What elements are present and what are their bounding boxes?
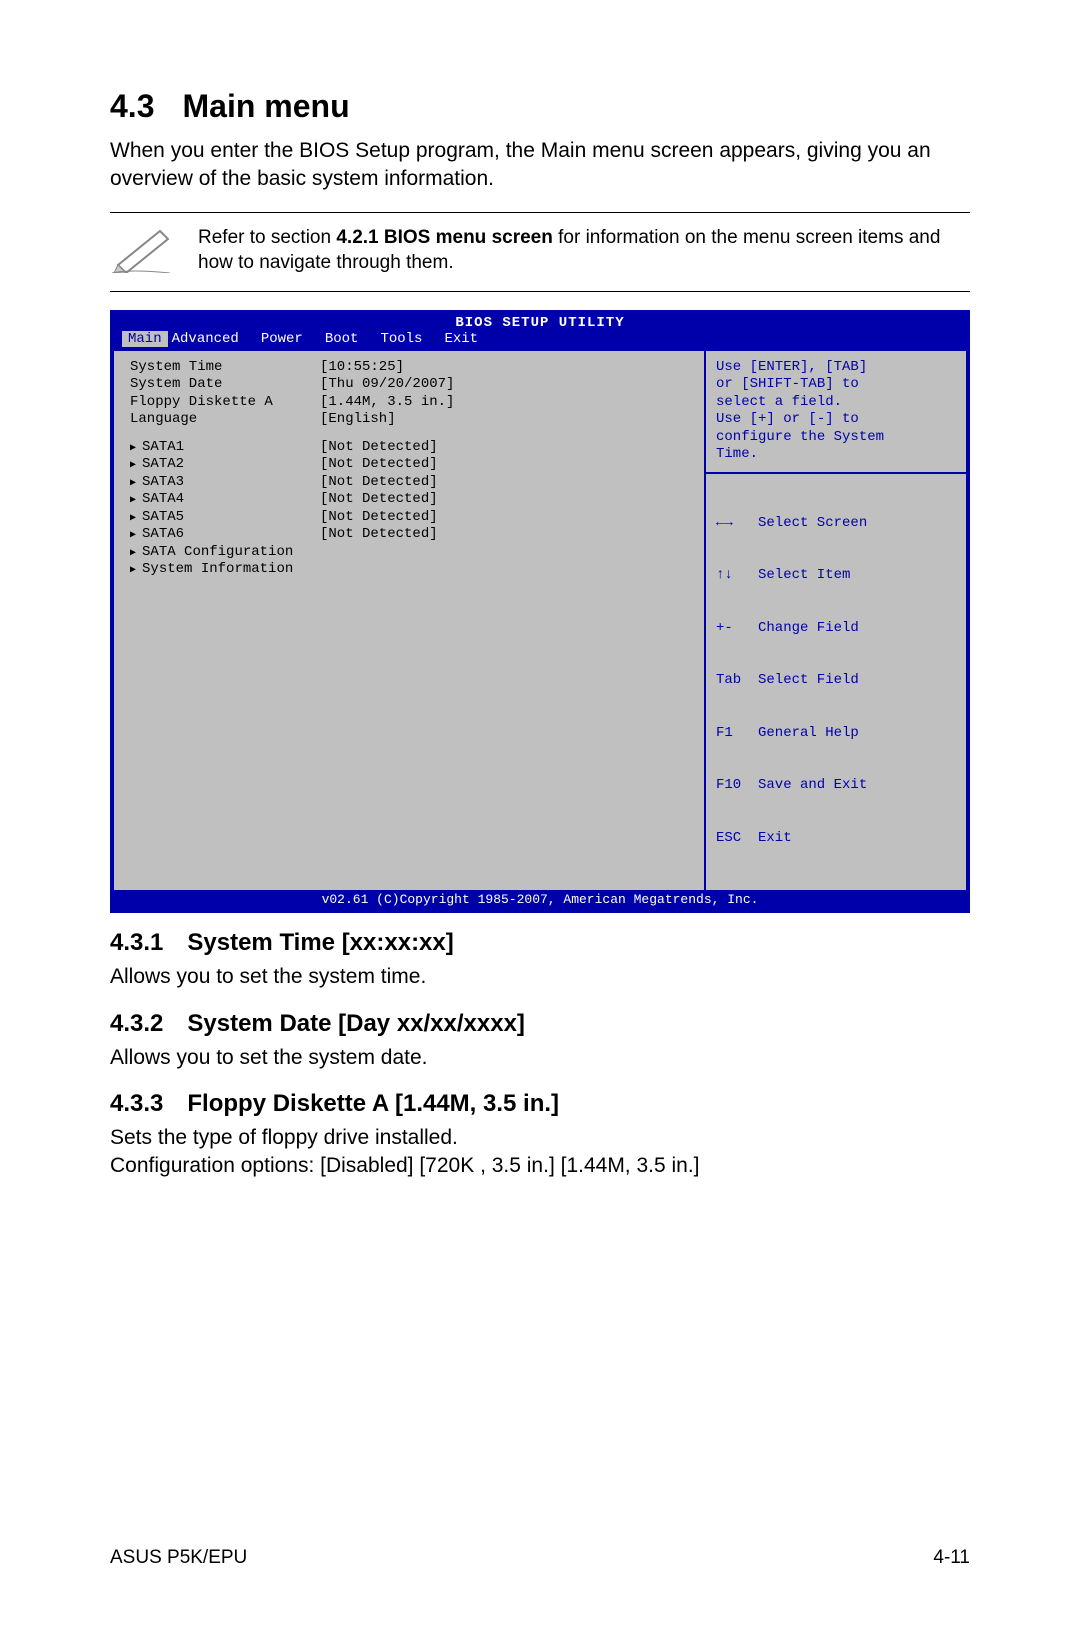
legend-sym-3: Tab (716, 672, 758, 690)
sata3-label[interactable]: SATA3 (130, 474, 320, 492)
legend-text-0: Select Screen (758, 515, 867, 531)
legend-text-1: Select Item (758, 567, 850, 583)
sub-num-0: 4.3.1 (110, 929, 163, 957)
sub-title-1: System Date [Day xx/xx/xxxx] (187, 1010, 525, 1037)
note-bold: 4.2.1 BIOS menu screen (336, 227, 553, 248)
bios-tab-power[interactable]: Power (257, 331, 321, 347)
field-floppy-value[interactable]: [1.44M, 3.5 in.] (320, 394, 694, 412)
note-pre: Refer to section (198, 227, 336, 248)
bios-tab-advanced[interactable]: Advanced (168, 331, 257, 347)
bios-tab-bar: Main Advanced Power Boot Tools Exit (114, 331, 966, 349)
field-system-time-value[interactable]: [10:55:25] (320, 359, 694, 377)
field-language-value[interactable]: [English] (320, 411, 694, 429)
subsection-431: 4.3.1 System Time [xx:xx:xx] (110, 929, 970, 957)
legend-text-3: Select Field (758, 672, 859, 688)
help-line-0: Use [ENTER], [TAB] (716, 359, 956, 377)
legend-text-6: Exit (758, 830, 792, 846)
sub-body-2: Sets the type of floppy drive installed.… (110, 1124, 970, 1181)
field-system-time-label[interactable]: System Time (130, 359, 320, 377)
section-title-text: Main menu (182, 88, 349, 124)
legend-sym-2: +- (716, 620, 758, 638)
subsection-432: 4.3.2 System Date [Day xx/xx/xxxx] (110, 1010, 970, 1038)
sata2-value: [Not Detected] (320, 456, 694, 474)
footer-left: ASUS P5K/EPU (110, 1547, 247, 1569)
section-heading: 4.3 Main menu (110, 88, 970, 125)
legend-sym-0: ←→ (716, 515, 758, 533)
sata5-label[interactable]: SATA5 (130, 509, 320, 527)
page-footer: ASUS P5K/EPU 4-11 (110, 1547, 970, 1569)
field-system-date-label[interactable]: System Date (130, 376, 320, 394)
sata4-value: [Not Detected] (320, 491, 694, 509)
sata1-label[interactable]: SATA1 (130, 439, 320, 457)
legend-text-4: General Help (758, 725, 859, 741)
legend-text-2: Change Field (758, 620, 859, 636)
sub-body-0: Allows you to set the system time. (110, 963, 970, 991)
legend-text-5: Save and Exit (758, 777, 867, 793)
sata5-value: [Not Detected] (320, 509, 694, 527)
help-line-4: Use [+] or [-] to (716, 411, 956, 429)
sub-title-0: System Time [xx:xx:xx] (187, 929, 453, 956)
subsection-433: 4.3.3 Floppy Diskette A [1.44M, 3.5 in.] (110, 1090, 970, 1118)
legend-sym-5: F10 (716, 777, 758, 795)
field-language-label[interactable]: Language (130, 411, 320, 429)
sata6-label[interactable]: SATA6 (130, 526, 320, 544)
bios-title: BIOS SETUP UTILITY (114, 314, 966, 331)
note-block: Refer to section 4.2.1 BIOS menu screen … (110, 212, 970, 292)
legend: ←→Select Screen ↑↓Select Item +-Change F… (716, 480, 956, 883)
legend-sym-6: ESC (716, 830, 758, 848)
system-info[interactable]: System Information (130, 561, 320, 579)
help-line-2: select a field. (716, 394, 956, 412)
sub-num-2: 4.3.3 (110, 1090, 163, 1118)
legend-sym-1: ↑↓ (716, 567, 758, 585)
bios-help-pane: Use [ENTER], [TAB] or [SHIFT-TAB] to sel… (706, 351, 966, 891)
bios-copyright: v02.61 (C)Copyright 1985-2007, American … (114, 890, 966, 909)
field-floppy-label[interactable]: Floppy Diskette A (130, 394, 320, 412)
bios-tab-exit[interactable]: Exit (440, 331, 496, 347)
sub-num-1: 4.3.2 (110, 1010, 163, 1038)
sata6-value: [Not Detected] (320, 526, 694, 544)
section-number: 4.3 (110, 88, 154, 125)
bios-screenshot: BIOS SETUP UTILITY Main Advanced Power B… (110, 310, 970, 914)
sata-config[interactable]: SATA Configuration (130, 544, 320, 562)
help-line-1: or [SHIFT-TAB] to (716, 376, 956, 394)
bios-tab-boot[interactable]: Boot (321, 331, 377, 347)
sub-title-2: Floppy Diskette A [1.44M, 3.5 in.] (187, 1090, 559, 1117)
intro-paragraph: When you enter the BIOS Setup program, t… (110, 137, 970, 194)
sata4-label[interactable]: SATA4 (130, 491, 320, 509)
legend-sym-4: F1 (716, 725, 758, 743)
help-line-6: Time. (716, 446, 956, 464)
bios-left-pane: System Time [10:55:25] System Date [Thu … (114, 351, 706, 891)
help-line-5: configure the System (716, 429, 956, 447)
field-system-date-value[interactable]: [Thu 09/20/2007] (320, 376, 694, 394)
pencil-note-icon (110, 223, 198, 281)
bios-tab-main[interactable]: Main (122, 331, 168, 347)
sub-body-1: Allows you to set the system date. (110, 1044, 970, 1072)
footer-right: 4-11 (933, 1547, 970, 1569)
sata1-value: [Not Detected] (320, 439, 694, 457)
bios-tab-tools[interactable]: Tools (376, 331, 440, 347)
sata3-value: [Not Detected] (320, 474, 694, 492)
note-text: Refer to section 4.2.1 BIOS menu screen … (198, 223, 970, 276)
sata2-label[interactable]: SATA2 (130, 456, 320, 474)
